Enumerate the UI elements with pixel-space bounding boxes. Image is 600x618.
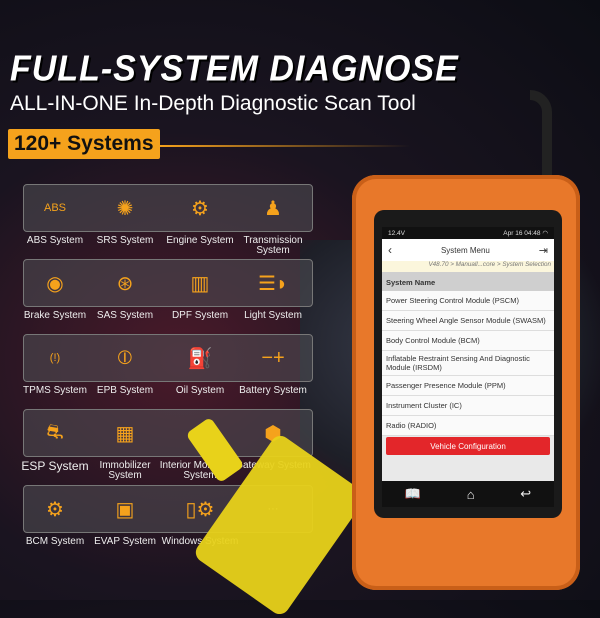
system-list-item[interactable]: Body Control Module (BCM) [382,331,554,351]
oil-can-icon[interactable]: ⛽ [185,343,215,373]
voltage: 12.4V [388,229,405,237]
abs-icon[interactable]: ABS [40,193,70,223]
system-label: SRS System [96,235,154,246]
divider [160,145,410,147]
system-label: EVAP System [94,536,156,547]
system-list-item[interactable]: Steering Wheel Angle Sensor Module (SWAS… [382,311,554,331]
system-list-item[interactable]: Power Steering Control Module (PSCM) [382,291,554,311]
wifi-icon: ◠ [542,230,548,237]
immobilizer-icon[interactable]: ▦ [110,418,140,448]
system-label: SAS System [96,310,154,321]
breadcrumb: V48.70 > Manuall...core > System Selecti… [382,261,554,272]
tire-pressure-icon[interactable]: (!) [40,343,70,373]
status-bar: 12.4V Apr 16 04:48 ◠ [382,227,554,239]
screen-title: System Menu [440,245,490,255]
subheadline: ALL-IN-ONE In-Depth Diagnostic Scan Tool [10,92,416,115]
brake-disc-icon[interactable]: ◉ [40,268,70,298]
chip-icon[interactable]: ▣ [110,494,140,524]
device-screen: 12.4V Apr 16 04:48 ◠ ‹ System Menu ⇥ V48… [382,227,554,507]
back-icon[interactable]: ‹ [388,243,392,257]
system-label: Light System [244,310,302,321]
nav-bar: 📖 ⌂ ↩ [382,481,554,507]
system-label: EPB System [96,385,154,396]
engine-icon[interactable]: ⚙ [185,193,215,223]
screen-header: ‹ System Menu ⇥ [382,239,554,261]
parking-brake-icon[interactable]: ⦶ [110,343,140,373]
system-label: Transmission System [243,235,303,256]
window-gear-icon[interactable]: ▯⚙ [185,494,215,524]
systems-badge: 120+ Systems [8,129,160,159]
airbag-icon[interactable]: ✺ [110,193,140,223]
headlight-icon[interactable]: ☰◗ [258,268,288,298]
column-header: System Name [382,272,554,291]
return-icon[interactable]: ↩ [520,486,531,502]
vehicle-configuration-button[interactable]: Vehicle Configuration [386,437,550,455]
home-icon[interactable]: ⌂ [467,487,475,502]
gear-shift-icon[interactable]: ♟ [258,193,288,223]
headline: FULL-SYSTEM DIAGNOSE [10,49,459,89]
system-list-item[interactable]: Inflatable Restraint Sensing And Diagnos… [382,351,554,376]
system-label: Battery System [239,385,307,396]
system-label: Immobilizer System [99,460,151,481]
steering-wheel-icon[interactable]: ⊛ [110,268,140,298]
datetime: Apr 16 04:48 [503,230,541,237]
car-gear-icon[interactable]: ⚙ [40,494,70,524]
system-list-item[interactable]: Radio (RADIO) [382,416,554,436]
system-list-item[interactable]: Instrument Cluster (IC) [382,396,554,416]
system-list-item[interactable]: Passenger Presence Module (PPM) [382,376,554,396]
stability-control-icon[interactable]: ⛐ [40,418,70,448]
battery-icon[interactable]: −+ [258,343,288,373]
dpf-filter-icon[interactable]: ▥ [185,268,215,298]
book-icon[interactable]: 📖 [405,486,421,502]
exit-icon[interactable]: ⇥ [539,244,548,257]
